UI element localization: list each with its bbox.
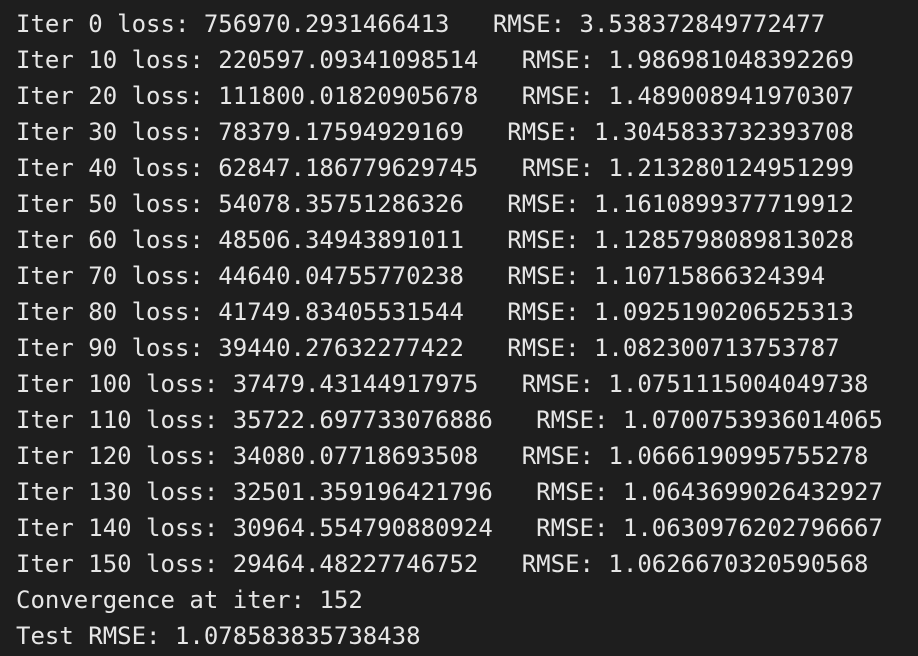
output-line-test-rmse: Test RMSE: 1.078583835738438: [16, 622, 421, 650]
output-line-iter-110: Iter 110 loss: 35722.697733076886 RMSE: …: [16, 406, 883, 434]
output-line-iter-40: Iter 40 loss: 62847.186779629745 RMSE: 1…: [16, 154, 855, 182]
terminal-output: Iter 0 loss: 756970.2931466413 RMSE: 3.5…: [0, 0, 918, 656]
output-line-iter-70: Iter 70 loss: 44640.04755770238 RMSE: 1.…: [16, 262, 826, 290]
output-line-convergence: Convergence at iter: 152: [16, 586, 363, 614]
output-line-iter-30: Iter 30 loss: 78379.17594929169 RMSE: 1.…: [16, 118, 855, 146]
output-line-iter-130: Iter 130 loss: 32501.359196421796 RMSE: …: [16, 478, 883, 506]
output-line-iter-50: Iter 50 loss: 54078.35751286326 RMSE: 1.…: [16, 190, 855, 218]
output-line-iter-140: Iter 140 loss: 30964.554790880924 RMSE: …: [16, 514, 883, 542]
output-line-iter-80: Iter 80 loss: 41749.83405531544 RMSE: 1.…: [16, 298, 855, 326]
output-line-iter-120: Iter 120 loss: 34080.07718693508 RMSE: 1…: [16, 442, 869, 470]
output-line-iter-90: Iter 90 loss: 39440.27632277422 RMSE: 1.…: [16, 334, 840, 362]
output-line-iter-20: Iter 20 loss: 111800.01820905678 RMSE: 1…: [16, 82, 855, 110]
output-line-iter-150: Iter 150 loss: 29464.48227746752 RMSE: 1…: [16, 550, 869, 578]
output-line-iter-10: Iter 10 loss: 220597.09341098514 RMSE: 1…: [16, 46, 855, 74]
output-line-iter-60: Iter 60 loss: 48506.34943891011 RMSE: 1.…: [16, 226, 855, 254]
output-line-iter-0: Iter 0 loss: 756970.2931466413 RMSE: 3.5…: [16, 10, 826, 38]
output-line-iter-100: Iter 100 loss: 37479.43144917975 RMSE: 1…: [16, 370, 869, 398]
